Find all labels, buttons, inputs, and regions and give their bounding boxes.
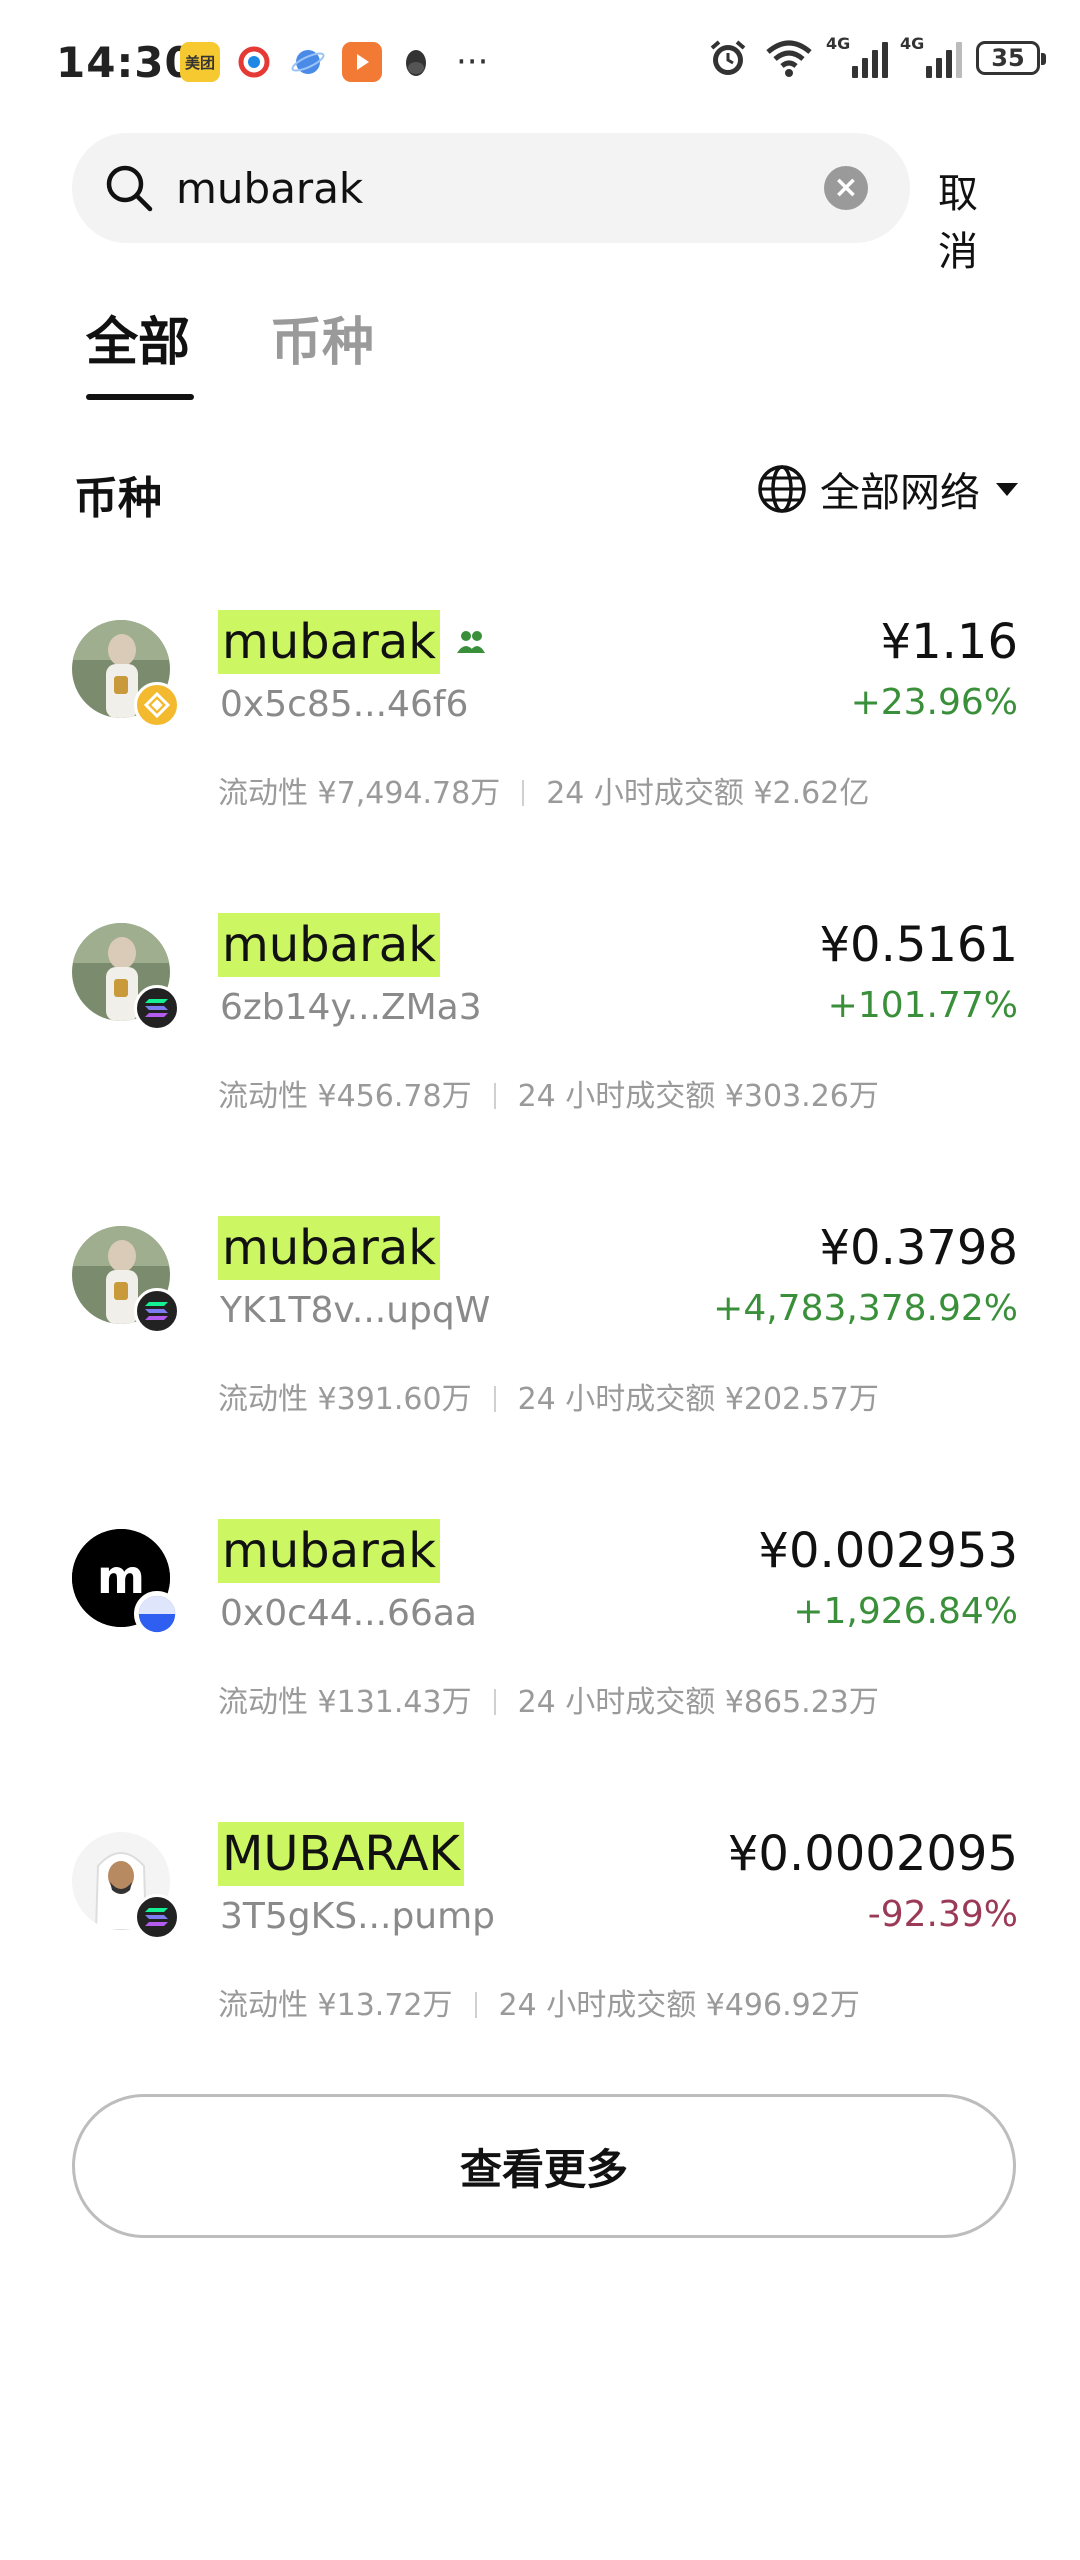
signal-label: 4G [826, 34, 851, 53]
token-name: mubarak [218, 1519, 441, 1583]
status-bar: 14:30 美团 ··· 4G 4G 35 [0, 0, 1080, 130]
token-stats: 流动性 ¥131.43万 24 小时成交额 ¥865.23万 [218, 1677, 879, 1721]
caret-down-icon [996, 482, 1018, 496]
active-tab-indicator [86, 394, 194, 400]
token-name: mubarak [218, 1216, 441, 1280]
search-input[interactable] [176, 155, 776, 221]
token-change: +4,783,378.92% [713, 1288, 1018, 1329]
token-liquidity: 流动性 ¥391.60万 [218, 1382, 472, 1417]
token-volume: 24 小时成交额 ¥202.57万 [517, 1382, 879, 1417]
token-change: +23.96% [850, 682, 1018, 723]
network-filter-label: 全部网络 [820, 470, 980, 516]
token-stats: 流动性 ¥391.60万 24 小时成交额 ¥202.57万 [218, 1374, 879, 1418]
status-indicators: 4G 4G 35 [706, 34, 1046, 80]
token-address: 6zb14y...ZMa3 [220, 987, 482, 1028]
community-icon [457, 631, 486, 653]
stats-divider [493, 1386, 496, 1412]
token-address: YK1T8v...upqW [220, 1290, 491, 1331]
cellular-signal-icon: 4G [900, 34, 962, 78]
stats-divider [493, 1083, 496, 1109]
token-price: ¥0.5161 [819, 917, 1019, 973]
token-row[interactable]: mubarak 6zb14y...ZMa3 ¥0.5161 +101.77% 流… [0, 903, 1080, 1203]
wifi-icon [766, 40, 812, 77]
qq-app-icon [396, 42, 436, 82]
solana-chain-icon [134, 1288, 180, 1334]
token-volume: 24 小时成交额 ¥303.26万 [517, 1079, 879, 1114]
token-price: ¥0.3798 [819, 1220, 1019, 1276]
token-name: mubarak [218, 913, 441, 977]
token-volume: 24 小时成交额 ¥2.62亿 [546, 776, 870, 811]
solana-chain-icon [134, 1894, 180, 1940]
token-stats: 流动性 ¥7,494.78万 24 小时成交额 ¥2.62亿 [218, 768, 869, 812]
search-bar: × 取消 [72, 133, 1016, 275]
token-row[interactable]: mubarak 0x5c85...46f6 ¥1.16 +23.96% 流动性 … [0, 600, 1080, 900]
token-stats: 流动性 ¥456.78万 24 小时成交额 ¥303.26万 [218, 1071, 879, 1115]
stats-divider [522, 780, 525, 806]
token-change: +1,926.84% [793, 1591, 1018, 1632]
section-title: 币种 [74, 473, 162, 524]
token-volume: 24 小时成交额 ¥496.92万 [498, 1988, 860, 2023]
token-liquidity: 流动性 ¥131.43万 [218, 1685, 472, 1720]
stats-divider [493, 1689, 496, 1715]
base-chain-icon [134, 1591, 180, 1637]
solana-chain-icon [134, 985, 180, 1031]
token-price: ¥0.002953 [758, 1523, 1018, 1579]
cellular-signal-icon: 4G [826, 34, 888, 78]
network-filter-dropdown[interactable]: 全部网络 [756, 460, 1018, 518]
token-liquidity: 流动性 ¥456.78万 [218, 1079, 472, 1114]
token-volume: 24 小时成交额 ¥865.23万 [517, 1685, 879, 1720]
token-row[interactable]: m mubarak 0x0c44...66aa ¥0.002953 +1,926… [0, 1509, 1080, 1809]
token-address: 0x5c85...46f6 [220, 684, 469, 725]
token-row[interactable]: mubarak YK1T8v...upqW ¥0.3798 +4,783,378… [0, 1206, 1080, 1506]
globe-icon [758, 465, 806, 513]
bnb-chain-icon [134, 682, 180, 728]
tab-coins[interactable]: 币种 [270, 300, 374, 375]
token-change: +101.77% [827, 985, 1018, 1026]
token-row[interactable]: MUBARAK 3T5gKS...pump ¥0.0002095 -92.39%… [0, 1812, 1080, 2112]
search-icon [106, 165, 153, 212]
stats-divider [474, 1992, 477, 2018]
token-name: MUBARAK [218, 1822, 465, 1886]
search-field[interactable]: × [72, 133, 910, 243]
cancel-button[interactable]: 取消 [938, 161, 1016, 277]
clear-search-icon[interactable]: × [824, 166, 868, 210]
browser-app-icon [234, 42, 274, 82]
status-app-icons: 美团 ··· [180, 42, 488, 82]
token-name: mubarak [218, 610, 441, 674]
token-change: -92.39% [867, 1894, 1018, 1935]
alarm-icon [710, 40, 746, 75]
meituan-app-icon: 美团 [180, 42, 220, 82]
token-liquidity: 流动性 ¥7,494.78万 [218, 776, 501, 811]
token-price: ¥1.16 [880, 614, 1018, 670]
planet-app-icon [288, 42, 328, 82]
status-time: 14:30 [56, 38, 195, 87]
signal-label: 4G [900, 34, 925, 53]
token-liquidity: 流动性 ¥13.72万 [218, 1988, 453, 2023]
battery-icon: 35 [976, 41, 1046, 75]
token-price: ¥0.0002095 [727, 1826, 1018, 1882]
token-address: 3T5gKS...pump [220, 1896, 496, 1937]
token-stats: 流动性 ¥13.72万 24 小时成交额 ¥496.92万 [218, 1980, 860, 2024]
view-more-button[interactable]: 查看更多 [72, 2094, 1016, 2238]
video-app-icon [342, 42, 382, 82]
more-notifications-icon: ··· [456, 42, 489, 82]
tab-all[interactable]: 全部 [86, 300, 190, 375]
token-address: 0x0c44...66aa [220, 1593, 477, 1634]
